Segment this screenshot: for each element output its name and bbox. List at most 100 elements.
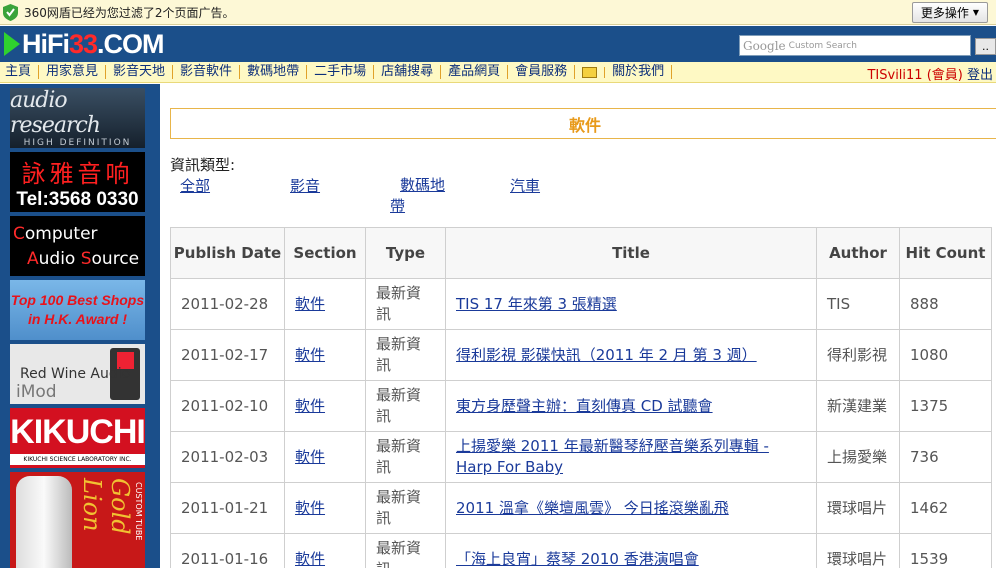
cell-section: 軟件 xyxy=(284,380,366,432)
cell-author: 環球唱片 xyxy=(816,533,900,568)
article-title-link[interactable]: 2011 溫拿《樂壇風雲》 今日搖滾樂亂飛 xyxy=(456,499,729,517)
ad-title: Top 100 Best Shops xyxy=(10,292,145,308)
page-title: 軟件 xyxy=(568,115,601,135)
cell-title: 2011 溫拿《樂壇風雲》 今日搖滾樂亂飛 xyxy=(445,482,817,534)
nav-item-digital-zone[interactable]: 數碼地帶 xyxy=(240,65,308,79)
cell-hit-count: 888 xyxy=(899,278,992,330)
ad-banner-computer-audio-source[interactable]: Computer Audio Source xyxy=(10,216,145,276)
ad-title: KIKUCHI xyxy=(10,413,145,451)
ad-filter-notification-bar: 360网盾已经为您过滤了2个页面广告。 更多操作 ▼ xyxy=(0,0,996,25)
ad-title: Red Wine Audio xyxy=(20,366,131,382)
cell-hit-count: 1080 xyxy=(899,329,992,381)
column-header-hit-count[interactable]: Hit Count xyxy=(899,227,992,279)
nav-item-second-hand[interactable]: 二手市場 xyxy=(307,65,375,79)
nav-item-user-reviews[interactable]: 用家意見 xyxy=(39,65,107,79)
more-actions-label: 更多操作 xyxy=(920,6,969,20)
cell-date: 2011-01-21 xyxy=(170,482,285,534)
cell-author: 得利影視 xyxy=(816,329,900,381)
cell-title: 東方身歷聲主辦：直刻傳真 CD 試聽會 xyxy=(445,380,817,432)
cell-section: 軟件 xyxy=(284,329,366,381)
cell-date: 2011-02-10 xyxy=(170,380,285,432)
nav-item-home[interactable]: 主頁 xyxy=(0,65,40,79)
nav-item-av-world[interactable]: 影音天地 xyxy=(106,65,174,79)
category-link-car[interactable]: 汽車 xyxy=(510,175,540,196)
ad-phone: Tel:3568 0330 xyxy=(16,188,139,210)
logout-link[interactable]: 登出 xyxy=(967,68,993,83)
user-area: TISvili11 (會員) 登出 xyxy=(867,64,993,83)
column-header-title[interactable]: Title xyxy=(445,227,817,279)
column-header-author[interactable]: Author xyxy=(816,227,900,279)
cell-author: 上揚愛樂 xyxy=(816,431,900,483)
section-link[interactable]: 軟件 xyxy=(295,346,325,364)
ad-title: 詠雅音响 xyxy=(21,159,134,188)
category-label: 資訊類型: xyxy=(170,156,236,174)
cell-type: 最新資訊 xyxy=(365,329,446,381)
chevron-down-icon: ▼ xyxy=(972,8,980,17)
more-actions-button[interactable]: 更多操作 ▼ xyxy=(912,2,988,23)
google-brand: Google xyxy=(743,38,786,53)
logo-text-domain: .COM xyxy=(97,28,164,59)
ad-subtitle: in H.K. Award ! xyxy=(27,311,128,327)
ad-subtitle: CUSTOM TUBE xyxy=(134,482,143,541)
category-link-all[interactable]: 全部 xyxy=(180,175,210,196)
article-title-link[interactable]: 「海上良宵」蔡琴 2010 香港演唱會 xyxy=(456,550,699,568)
search-placeholder: Custom Search xyxy=(788,40,857,51)
nav-item-shop-search[interactable]: 店舖搜尋 xyxy=(374,65,442,79)
cell-section: 軟件 xyxy=(284,278,366,330)
table-row: 2011-01-16 軟件 最新資訊 「海上良宵」蔡琴 2010 香港演唱會 環… xyxy=(170,533,992,568)
cell-title: 上揚愛樂 2011 年最新醫琴紓壓音樂系列專輯 - Harp For Baby xyxy=(445,431,817,483)
nav-item-product-pages[interactable]: 產品網頁 xyxy=(441,65,509,79)
section-link[interactable]: 軟件 xyxy=(295,295,325,313)
cell-section: 軟件 xyxy=(284,533,366,568)
notification-message: 360网盾已经为您过滤了2个页面广告。 xyxy=(24,5,235,20)
article-title-link[interactable]: 上揚愛樂 2011 年最新醫琴紓壓音樂系列專輯 - Harp For Baby xyxy=(456,437,769,476)
nav-item-mail[interactable] xyxy=(575,66,606,78)
article-title-link[interactable]: 東方身歷聲主辦：直刻傳真 CD 試聽會 xyxy=(456,397,713,415)
shield-icon xyxy=(3,3,18,21)
article-title-link[interactable]: TIS 17 年來第 3 張精選 xyxy=(456,295,617,313)
column-header-type[interactable]: Type xyxy=(365,227,446,279)
column-header-section[interactable]: Section xyxy=(284,227,366,279)
cell-hit-count: 1462 xyxy=(899,482,992,534)
ad-banner-kikuchi[interactable]: KIKUCHI KIKUCHI SCIENCE LABORATORY INC. xyxy=(10,408,145,468)
section-link[interactable]: 軟件 xyxy=(295,550,325,568)
cell-type: 最新資訊 xyxy=(365,482,446,534)
cell-date: 2011-01-16 xyxy=(170,533,285,568)
ad-title: audio research xyxy=(10,88,101,138)
nav-item-member-services[interactable]: 會員服務 xyxy=(508,65,576,79)
ad-banner-shop-phone[interactable]: 詠雅音响 Tel:3568 0330 xyxy=(10,152,145,212)
article-title-link[interactable]: 得利影視 影碟快訊（2011 年 2 月 第 3 週） xyxy=(456,346,757,364)
ad-line-1: Computer xyxy=(13,224,98,244)
site-logo[interactable]: HiFi 33 .COM xyxy=(4,28,165,59)
category-link-digital[interactable]: 數碼地帶 xyxy=(390,175,450,217)
table-row: 2011-02-28 軟件 最新資訊 TIS 17 年來第 3 張精選 TIS … xyxy=(170,278,992,330)
logo-text-number: 33 xyxy=(69,28,98,59)
ad-title: Gold Lion xyxy=(78,478,134,535)
cell-type: 最新資訊 xyxy=(365,278,446,330)
ad-line-2: Audio Source xyxy=(27,249,140,269)
ad-banner-top100-award[interactable]: Top 100 Best Shops in H.K. Award ! xyxy=(10,280,145,340)
ad-banner-gold-lion[interactable]: Gold Lion CUSTOM TUBE xyxy=(10,472,145,568)
cell-hit-count: 736 xyxy=(899,431,992,483)
section-link[interactable]: 軟件 xyxy=(295,499,325,517)
section-link[interactable]: 軟件 xyxy=(295,397,325,415)
articles-table: Publish Date Section Type Title Author H… xyxy=(170,227,992,568)
nav-item-av-software[interactable]: 影音軟件 xyxy=(173,65,241,79)
table-header-row: Publish Date Section Type Title Author H… xyxy=(170,227,992,279)
category-link-av[interactable]: 影音 xyxy=(290,175,320,196)
column-header-publish-date[interactable]: Publish Date xyxy=(170,227,285,279)
cell-title: 「海上良宵」蔡琴 2010 香港演唱會 xyxy=(445,533,817,568)
search-input[interactable]: Google Custom Search xyxy=(739,35,971,56)
sidebar-ads: audio research HIGH DEFINITION 詠雅音响 Tel:… xyxy=(0,84,160,568)
table-row: 2011-01-21 軟件 最新資訊 2011 溫拿《樂壇風雲》 今日搖滾樂亂飛… xyxy=(170,482,992,534)
ad-banner-red-wine-audio[interactable]: Red Wine Audio iMod xyxy=(10,344,145,404)
section-link[interactable]: 軟件 xyxy=(295,448,325,466)
user-name[interactable]: TISvili11 (會員) xyxy=(867,68,962,83)
search-button[interactable]: .. xyxy=(975,38,996,55)
cell-hit-count: 1375 xyxy=(899,380,992,432)
logo-text-hifi: HiFi xyxy=(22,28,70,59)
cell-section: 軟件 xyxy=(284,482,366,534)
ad-banner-audio-research[interactable]: audio research HIGH DEFINITION xyxy=(10,88,145,148)
cell-section: 軟件 xyxy=(284,431,366,483)
nav-item-about-us[interactable]: 關於我們 xyxy=(605,65,673,79)
